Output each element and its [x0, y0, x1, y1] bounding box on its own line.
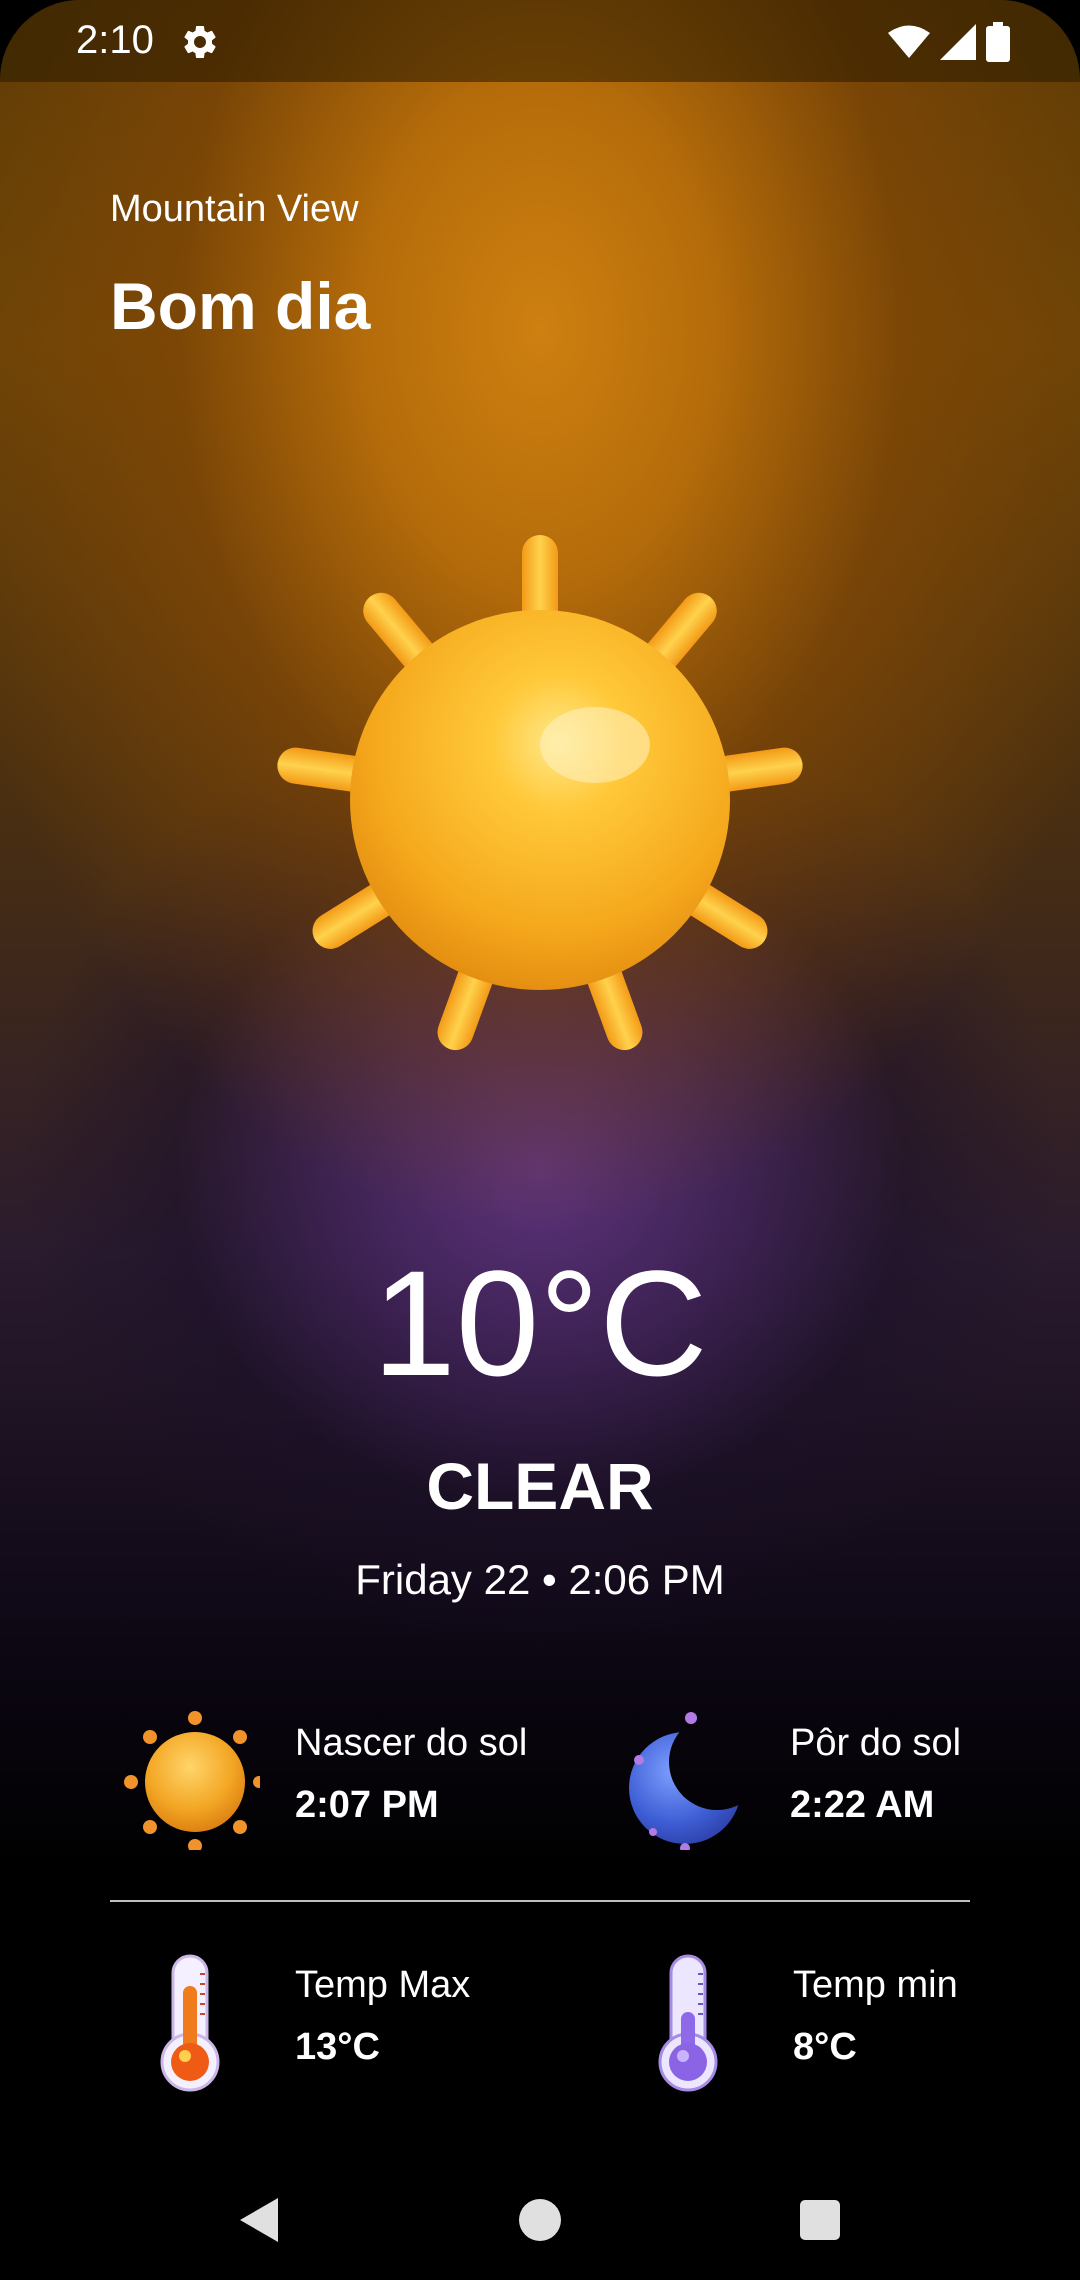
- moon-icon: [629, 1712, 741, 1850]
- temp-max-item: Temp Max 13°C: [110, 1952, 530, 2092]
- temp-max-label: Temp Max: [295, 1964, 471, 2006]
- status-icons: [888, 22, 1010, 62]
- wifi-icon: [888, 25, 930, 58]
- section-divider: [110, 1900, 970, 1902]
- battery-icon: [986, 22, 1010, 62]
- current-datetime: Friday 22 • 2:06 PM: [355, 1556, 725, 1603]
- settings-icon: [184, 25, 216, 58]
- sunset-label: Pôr do sol: [790, 1722, 962, 1764]
- temp-min-item: Temp min 8°C: [608, 1952, 1028, 2092]
- temp-min-label: Temp min: [793, 1964, 958, 2006]
- navigation-bar: [0, 2150, 1080, 2280]
- sunrise-label: Nascer do sol: [295, 1722, 528, 1764]
- sunset-value: 2:22 AM: [790, 1784, 935, 1826]
- status-time: 2:10: [76, 18, 154, 62]
- thermometer-hot-icon: [160, 1954, 220, 2092]
- sun-icon: [277, 535, 803, 1051]
- app-screen: 2:10 Mountain View Bom dia 10°C CLEAR Fr…: [0, 0, 1080, 2280]
- sunrise-value: 2:07 PM: [295, 1784, 439, 1826]
- status-bar: 2:10: [0, 0, 1080, 82]
- back-icon[interactable]: [230, 2190, 290, 2250]
- signal-icon: [940, 24, 976, 60]
- home-icon[interactable]: [510, 2190, 570, 2250]
- location-label: Mountain View: [110, 188, 359, 230]
- current-temperature: 10°C: [372, 1239, 708, 1407]
- sunset-item: Pôr do sol 2:22 AM: [605, 1710, 1025, 1850]
- greeting-title: Bom dia: [110, 269, 371, 343]
- weather-condition: CLEAR: [426, 1449, 654, 1523]
- sunrise-item: Nascer do sol 2:07 PM: [110, 1710, 530, 1850]
- recents-icon[interactable]: [790, 2190, 850, 2250]
- sunrise-icon: [124, 1711, 260, 1850]
- temp-max-value: 13°C: [295, 2026, 380, 2068]
- temp-min-value: 8°C: [793, 2026, 857, 2068]
- thermometer-cold-icon: [658, 1954, 718, 2092]
